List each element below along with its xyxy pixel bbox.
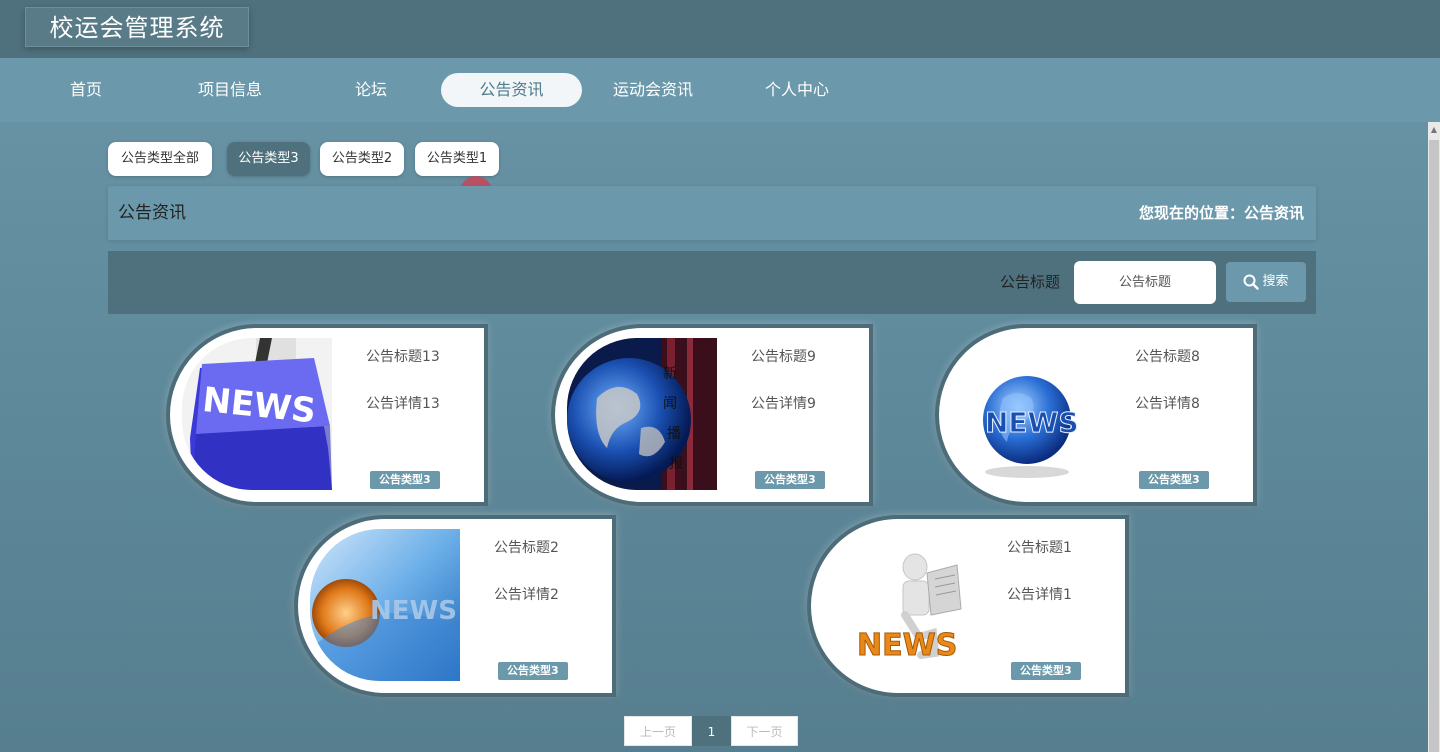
- svg-text:播: 播: [667, 426, 681, 442]
- card-title[interactable]: 公告标题1: [1007, 537, 1072, 557]
- app-title: 校运会管理系统: [25, 7, 249, 47]
- svg-text:NEWS: NEWS: [857, 628, 957, 663]
- announcement-card[interactable]: NEWS 公告标题2 公告详情2 公告类型3: [294, 515, 616, 697]
- news-globe-logo-image: NEWS: [951, 338, 1101, 490]
- search-button[interactable]: 搜索: [1226, 262, 1306, 302]
- nav-item-projects[interactable]: 项目信息: [188, 73, 272, 107]
- top-header: 校运会管理系统: [0, 0, 1440, 58]
- page-title: 公告资讯: [118, 203, 186, 223]
- nav-item-sports-news[interactable]: 运动会资讯: [603, 73, 703, 107]
- svg-text:NEWS: NEWS: [370, 596, 457, 626]
- filter-type-all[interactable]: 公告类型全部: [108, 142, 212, 176]
- prev-page-button[interactable]: 上一页: [624, 716, 692, 746]
- card-type-badge: 公告类型3: [1011, 662, 1081, 680]
- search-label: 公告标题: [1000, 273, 1061, 291]
- nav-item-forum[interactable]: 论坛: [335, 73, 407, 107]
- search-bar: 公告标题 搜索: [108, 251, 1316, 314]
- nav-item-home[interactable]: 首页: [50, 73, 122, 107]
- announcement-card[interactable]: NEWS 公告标题8 公告详情8 公告类型3: [935, 324, 1257, 506]
- svg-text:闻: 闻: [663, 396, 677, 412]
- next-page-button[interactable]: 下一页: [731, 716, 798, 746]
- filter-type-1[interactable]: 公告类型1: [415, 142, 499, 176]
- announcement-card[interactable]: NEWS 公告标题13 公告详情13 公告类型3: [166, 324, 488, 506]
- current-page[interactable]: 1: [692, 716, 731, 746]
- svg-text:新: 新: [663, 366, 677, 382]
- search-button-label: 搜索: [1262, 274, 1289, 289]
- search-icon: [1243, 274, 1260, 290]
- card-detail: 公告详情1: [1007, 587, 1072, 603]
- card-detail: 公告详情2: [494, 587, 559, 603]
- scroll-up-arrow-icon[interactable]: ▲: [1428, 122, 1440, 138]
- card-title[interactable]: 公告标题2: [494, 537, 559, 557]
- nav-item-profile[interactable]: 个人中心: [752, 73, 842, 107]
- card-type-badge: 公告类型3: [498, 662, 568, 680]
- announcement-card[interactable]: 新 闻 播 报 公告标题9 公告详情9 公告类型3: [551, 324, 873, 506]
- news-keyboard-image: NEWS: [182, 338, 332, 490]
- card-detail: 公告详情9: [751, 396, 816, 412]
- card-title[interactable]: 公告标题8: [1135, 346, 1200, 366]
- main-nav: 首页 项目信息 论坛 公告资讯 运动会资讯 个人中心: [0, 58, 1440, 122]
- card-type-badge: 公告类型3: [755, 471, 825, 489]
- search-input[interactable]: [1074, 261, 1216, 304]
- card-title[interactable]: 公告标题9: [751, 346, 816, 366]
- card-detail: 公告详情8: [1135, 396, 1200, 412]
- announcement-card[interactable]: NEWS 公告标题1 公告详情1 公告类型3: [807, 515, 1129, 697]
- nav-item-announcements[interactable]: 公告资讯: [441, 73, 582, 107]
- news-reader-figure-image: NEWS: [823, 529, 973, 681]
- svg-text:报: 报: [669, 456, 683, 472]
- filter-type-3[interactable]: 公告类型3: [227, 142, 310, 176]
- svg-text:NEWS: NEWS: [985, 406, 1079, 439]
- scrollbar-thumb[interactable]: [1429, 140, 1439, 752]
- breadcrumb: 公告资讯 您现在的位置：公告资讯: [108, 186, 1316, 240]
- card-title[interactable]: 公告标题13: [366, 346, 440, 366]
- filter-type-2[interactable]: 公告类型2: [320, 142, 404, 176]
- card-type-badge: 公告类型3: [1139, 471, 1209, 489]
- news-globe-broadcast-image: 新 闻 播 报: [567, 338, 717, 490]
- news-blue-abstract-image: NEWS: [310, 529, 460, 681]
- current-location: 您现在的位置：公告资讯: [1138, 204, 1304, 222]
- card-type-badge: 公告类型3: [370, 471, 440, 489]
- card-detail: 公告详情13: [366, 396, 440, 412]
